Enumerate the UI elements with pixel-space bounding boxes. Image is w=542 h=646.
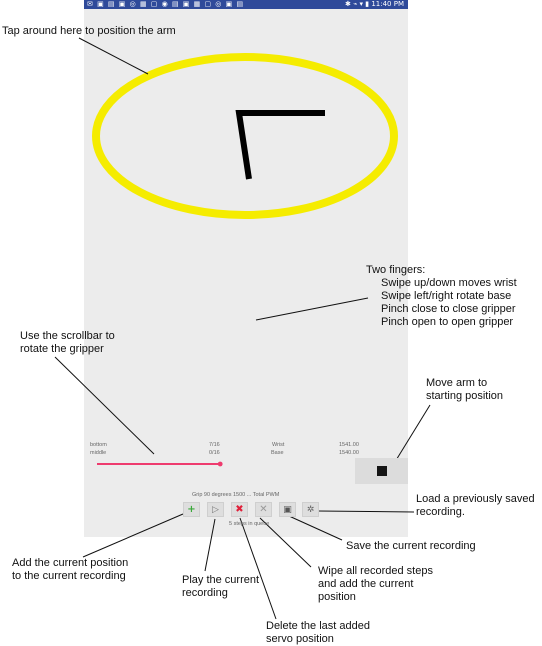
delete-note-line1: Delete the last added	[266, 620, 370, 632]
leader-line-delete	[239, 517, 277, 620]
gesture-wrist-note: Swipe up/down moves wrist	[381, 277, 517, 289]
gesture-pinch-close-note: Pinch close to close gripper	[381, 303, 516, 315]
plus-icon: +	[187, 503, 196, 515]
robot-arm-diagram	[235, 110, 325, 180]
wipe-all-button[interactable]: ✕	[255, 502, 272, 517]
leader-line-scrollbar	[54, 356, 155, 455]
play-icon: ▷	[212, 504, 219, 515]
leader-line-add	[82, 513, 184, 558]
leader-line-two-fingers	[255, 297, 369, 321]
readout-label-bottom: bottom	[90, 442, 107, 448]
grip-status-line: Grip 90 degrees 1500 ... Total PWM	[192, 492, 280, 498]
play-note-line1: Play the current	[182, 574, 260, 586]
delete-last-button[interactable]: ✖	[231, 502, 248, 517]
move-arm-note-line2: starting position	[426, 390, 504, 402]
wipe-icon: ✕	[259, 503, 268, 515]
leader-line-tap	[78, 37, 149, 75]
save-button[interactable]: ▣	[279, 502, 296, 517]
readout-label-wrist: Wrist	[272, 442, 285, 448]
readout-pwm-2: 1540.00	[339, 450, 359, 456]
tap-area-note: Tap around here to position the arm	[2, 25, 176, 37]
readout-value-2: 0/16	[209, 450, 220, 456]
readout-label-base: Base	[271, 450, 284, 456]
delete-icon: ✖	[235, 503, 244, 515]
starting-position-button[interactable]	[355, 458, 408, 484]
add-position-button[interactable]: +	[183, 502, 200, 517]
gesture-pinch-open-note: Pinch open to open gripper	[381, 316, 514, 328]
scrollbar-note-line1: Use the scrollbar to	[20, 330, 115, 342]
wipe-note-line3: position	[318, 591, 356, 603]
add-note-line2: to the current recording	[12, 570, 126, 582]
wipe-note-line2: and add the current	[318, 578, 414, 590]
leader-line-load	[317, 510, 415, 513]
delete-note-line2: servo position	[266, 633, 334, 645]
two-fingers-title: Two fingers:	[366, 264, 426, 276]
readout-label-middle: middle	[90, 450, 107, 456]
gripper-scrollbar-thumb[interactable]	[217, 461, 223, 467]
save-icon: ▣	[283, 504, 292, 515]
load-note-line2: recording.	[416, 506, 465, 518]
steps-in-queue: 5 steps in queue	[229, 521, 270, 527]
load-note-line1: Load a previously saved	[416, 493, 535, 505]
readout-pwm-1: 1541.00	[339, 442, 359, 448]
leader-line-save	[288, 515, 343, 541]
play-note-line2: recording	[182, 587, 228, 599]
wipe-note-line1: Wipe all recorded steps	[318, 565, 433, 577]
load-button[interactable]: ✲	[302, 502, 319, 517]
readout-value-1: 7/16	[209, 442, 220, 448]
load-icon: ✲	[306, 504, 315, 515]
move-arm-note-line1: Move arm to	[426, 377, 488, 389]
leader-line-play	[204, 518, 216, 572]
gesture-base-note: Swipe left/right rotate base	[381, 290, 512, 302]
scrollbar-note-line2: rotate the gripper	[20, 343, 104, 355]
save-note: Save the current recording	[346, 540, 476, 552]
add-note-line1: Add the current position	[12, 557, 129, 569]
play-button[interactable]: ▷	[207, 502, 224, 517]
stop-square-icon	[376, 466, 387, 476]
